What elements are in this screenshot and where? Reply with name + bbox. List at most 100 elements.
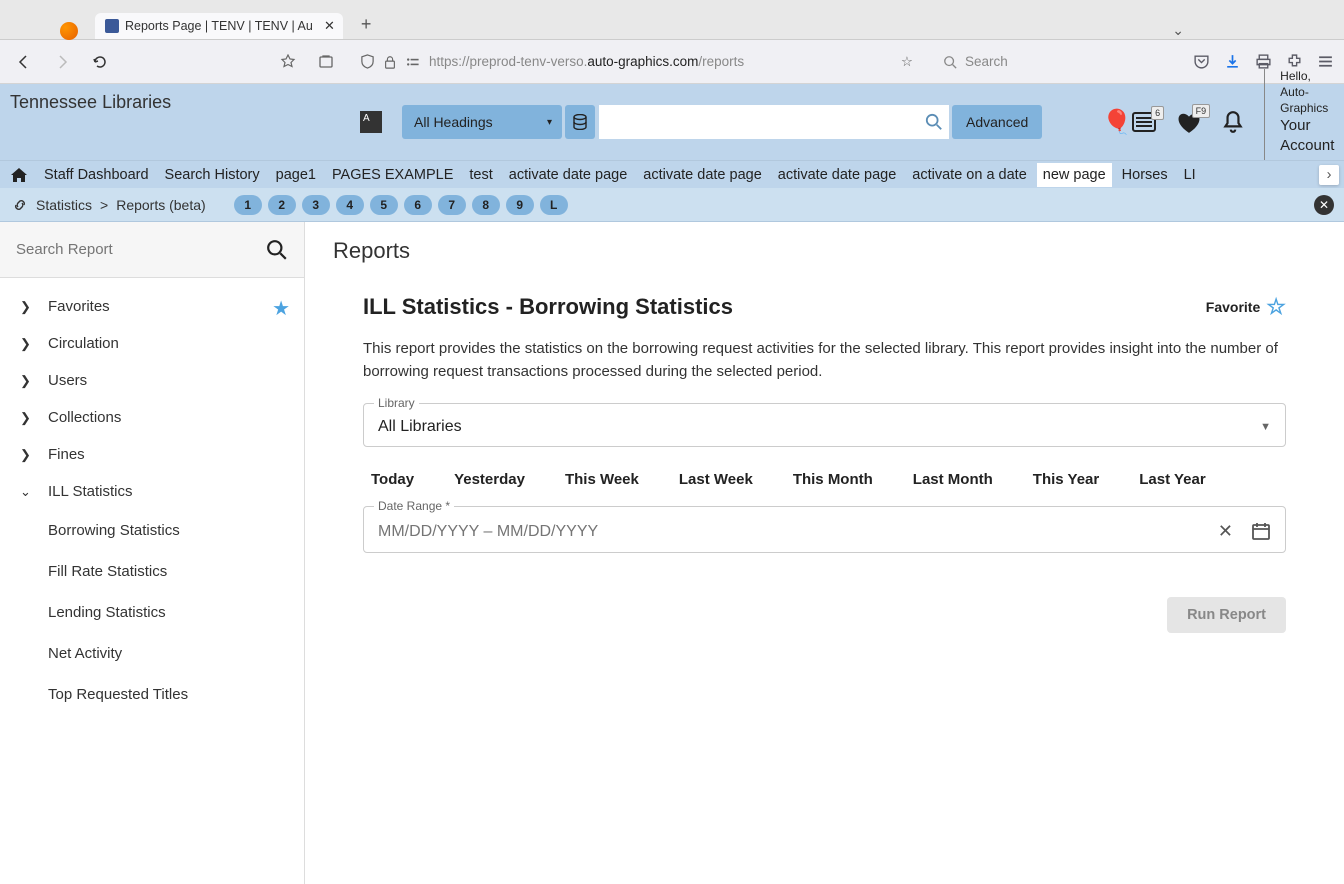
nav-item-staff-dashboard[interactable]: Staff Dashboard [44, 167, 149, 183]
shortcut-thismonth[interactable]: This Month [793, 471, 873, 488]
browser-tab-bar: Reports Page | TENV | TENV | Au ✕ + ⌄ [0, 0, 1344, 40]
nav-item-activate-2[interactable]: activate date page [643, 167, 762, 183]
sidebar-item-collections[interactable]: ❯ Collections [0, 399, 304, 436]
forward-button[interactable] [48, 48, 76, 76]
app-header: Tennessee Libraries All Headings ▾ Advan… [0, 84, 1344, 160]
date-range-field: Date Range * ✕ [363, 506, 1286, 553]
pocket-icon[interactable] [1193, 53, 1210, 70]
favorite-button[interactable]: Favorite ☆ [1206, 294, 1286, 320]
breadcrumb-reports[interactable]: Reports (beta) [116, 197, 205, 213]
home-button[interactable] [274, 48, 302, 76]
back-button[interactable] [10, 48, 38, 76]
sidebar-item-ill-statistics[interactable]: ⌄ ILL Statistics [0, 473, 304, 510]
app-title: Tennessee Libraries [10, 92, 171, 113]
search-button[interactable] [919, 105, 949, 139]
print-icon[interactable] [1255, 53, 1272, 70]
sidebar-subitem-netactivity[interactable]: Net Activity [0, 633, 304, 674]
library-select[interactable]: Library All Libraries ▼ [363, 403, 1286, 447]
breadcrumb-statistics[interactable]: Statistics [36, 197, 92, 213]
reload-button[interactable] [86, 48, 114, 76]
calendar-icon[interactable] [1251, 521, 1271, 542]
pill-9[interactable]: 9 [506, 195, 534, 215]
tab-favicon-icon [105, 19, 119, 33]
pill-6[interactable]: 6 [404, 195, 432, 215]
headings-label: All Headings [414, 114, 493, 130]
date-range-input[interactable] [378, 523, 1218, 541]
report-card: ILL Statistics - Borrowing Statistics Fa… [333, 284, 1316, 587]
tabs-dropdown-icon[interactable]: ⌄ [1172, 22, 1184, 39]
nav-item-activate-1[interactable]: activate date page [509, 167, 628, 183]
nav-item-new-page[interactable]: new page [1037, 163, 1112, 187]
breadcrumb-close-icon[interactable]: ✕ [1314, 195, 1334, 215]
nav-item-activate-on[interactable]: activate on a date [912, 167, 1026, 183]
sidebar-item-users[interactable]: ❯ Users [0, 362, 304, 399]
run-report-button[interactable]: Run Report [1167, 597, 1286, 633]
sidebar-item-circulation[interactable]: ❯ Circulation [0, 325, 304, 362]
pill-1[interactable]: 1 [234, 195, 262, 215]
sidebar-subitem-borrowing[interactable]: Borrowing Statistics [0, 510, 304, 551]
pill-3[interactable]: 3 [302, 195, 330, 215]
menu-icon[interactable] [1317, 53, 1334, 70]
balloon-icon[interactable]: 🎈 [1102, 108, 1132, 137]
pill-2[interactable]: 2 [268, 195, 296, 215]
pill-4[interactable]: 4 [336, 195, 364, 215]
pill-5[interactable]: 5 [370, 195, 398, 215]
nav-item-activate-3[interactable]: activate date page [778, 167, 897, 183]
pill-7[interactable]: 7 [438, 195, 466, 215]
headings-dropdown[interactable]: All Headings ▾ [402, 105, 562, 139]
new-tab-button[interactable]: + [353, 10, 380, 39]
nav-item-search-history[interactable]: Search History [165, 167, 260, 183]
notifications-button[interactable] [1222, 110, 1244, 134]
sidebar-item-favorites[interactable]: ❯ Favorites [0, 288, 304, 325]
tab-close-icon[interactable]: ✕ [324, 18, 335, 34]
sidebar-subitem-fillrate[interactable]: Fill Rate Statistics [0, 551, 304, 592]
download-icon[interactable] [1224, 53, 1241, 70]
bookmark-icon[interactable]: ☆ [901, 54, 913, 70]
sidebar-item-fines[interactable]: ❯ Fines [0, 436, 304, 473]
sidebar-label: Circulation [48, 335, 119, 352]
shortcut-thisyear[interactable]: This Year [1033, 471, 1099, 488]
shortcut-today[interactable]: Today [371, 471, 414, 488]
nav-item-li[interactable]: LI [1184, 167, 1196, 183]
shortcut-lastweek[interactable]: Last Week [679, 471, 753, 488]
nav-more-button[interactable]: › [1319, 165, 1339, 185]
report-title: ILL Statistics - Borrowing Statistics [363, 294, 733, 320]
sidebar-search-input[interactable] [16, 241, 266, 258]
permissions-icon [405, 55, 421, 69]
home-icon[interactable] [10, 167, 28, 183]
lists-button[interactable]: 6 [1132, 112, 1156, 132]
url-bar[interactable]: https://preprod-tenv-verso.auto-graphics… [350, 46, 923, 78]
shortcut-lastmonth[interactable]: Last Month [913, 471, 993, 488]
nav-item-pages-example[interactable]: PAGES EXAMPLE [332, 167, 453, 183]
browser-tab[interactable]: Reports Page | TENV | TENV | Au ✕ [95, 13, 343, 39]
advanced-search-button[interactable]: Advanced [952, 105, 1042, 139]
nav-item-test[interactable]: test [469, 167, 492, 183]
search-icon[interactable] [266, 239, 288, 261]
extensions-icon[interactable] [1286, 53, 1303, 70]
pill-8[interactable]: 8 [472, 195, 500, 215]
favorites-button[interactable]: F9 [1176, 110, 1202, 134]
shield-icon [360, 54, 375, 69]
shortcut-thisweek[interactable]: This Week [565, 471, 639, 488]
favorite-star-icon[interactable]: ★ [272, 296, 290, 321]
nav-item-horses[interactable]: Horses [1122, 167, 1168, 183]
sidebar-subitem-lending[interactable]: Lending Statistics [0, 592, 304, 633]
account-menu[interactable]: Hello, Auto-Graphics Your Account ⌄ [1264, 69, 1334, 174]
pill-L[interactable]: L [540, 195, 568, 215]
advanced-label: Advanced [966, 114, 1028, 130]
shortcut-lastyear[interactable]: Last Year [1139, 471, 1205, 488]
chevron-right-icon: ❯ [20, 336, 34, 352]
sidebar-label: Collections [48, 409, 121, 426]
database-icon[interactable] [565, 105, 595, 139]
shortcut-yesterday[interactable]: Yesterday [454, 471, 525, 488]
account-hello: Hello, Auto-Graphics [1280, 69, 1334, 116]
language-icon[interactable] [360, 111, 382, 133]
chevron-right-icon: ❯ [20, 299, 34, 315]
main-search-input[interactable] [599, 105, 919, 139]
chevron-right-icon: ❯ [20, 410, 34, 426]
clear-icon[interactable]: ✕ [1218, 521, 1233, 542]
chevron-right-icon: ❯ [20, 373, 34, 389]
nav-item-page1[interactable]: page1 [276, 167, 316, 183]
sync-button[interactable] [312, 48, 340, 76]
sidebar-subitem-toprequested[interactable]: Top Requested Titles [0, 674, 304, 715]
